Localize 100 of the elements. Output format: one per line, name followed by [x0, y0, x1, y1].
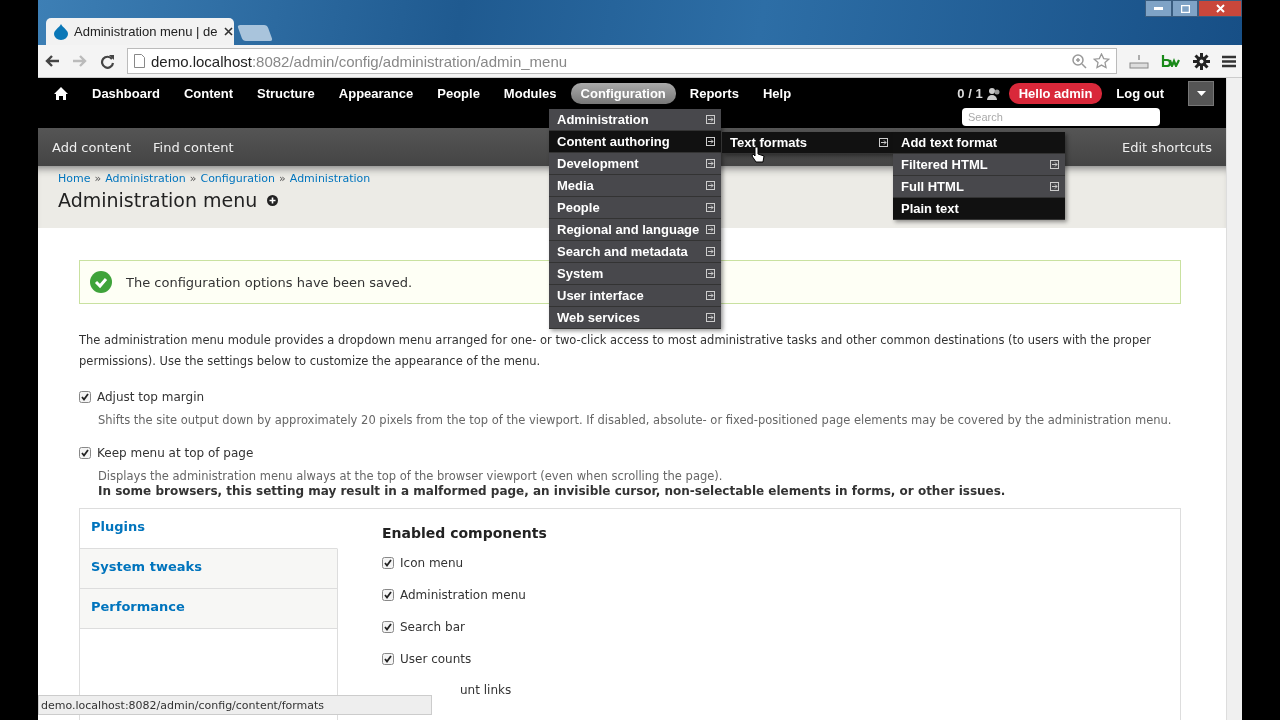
admin-menu-item[interactable]: Appearance: [328, 82, 424, 104]
page-title: Administration menu: [58, 189, 258, 211]
cursor-icon: [751, 146, 765, 164]
arrow-box-icon: [706, 115, 715, 124]
home-icon[interactable]: [54, 86, 68, 100]
admin-menu-item[interactable]: People: [427, 82, 490, 104]
dropdown-menu-item[interactable]: Development: [549, 153, 721, 175]
users-icon: [986, 86, 1001, 100]
checkbox-label: Icon menu: [400, 556, 464, 570]
address-bar[interactable]: demo.localhost:8082/admin/config/administration/admin_menu: [127, 48, 1117, 74]
close-button[interactable]: [1198, 0, 1242, 17]
section-heading: Enabled components: [382, 525, 548, 541]
greeting-link[interactable]: Hello admin: [1008, 82, 1103, 104]
arrow-box-icon: [706, 159, 715, 168]
back-icon[interactable]: [44, 54, 60, 68]
admin-menu-item[interactable]: Dashboard: [82, 82, 170, 104]
settings-icon[interactable]: [1193, 52, 1210, 70]
checkbox-label: Keep menu at top of page: [97, 446, 254, 460]
message-text: The configuration options have been saved.: [126, 274, 413, 290]
shortcuts-toggle-button[interactable]: [1188, 80, 1214, 106]
tab-title: Administration menu | de: [74, 24, 218, 39]
zoom-icon[interactable]: [1072, 53, 1087, 69]
checkbox-label: Search bar: [400, 620, 465, 634]
dropdown-menu-item[interactable]: Regional and language: [549, 219, 721, 241]
checked-checkbox[interactable]: [382, 621, 394, 633]
dropdown-menu-item[interactable]: Administration: [549, 109, 721, 131]
dropdown-menu-item[interactable]: Full HTML: [893, 176, 1065, 198]
vertical-tab[interactable]: System tweaks: [80, 549, 338, 589]
page-icon: [134, 54, 145, 68]
breadcrumb-separator: »: [279, 172, 286, 185]
admin-menu-item[interactable]: Reports: [679, 82, 749, 104]
add-shortcut-icon[interactable]: [267, 194, 279, 206]
close-icon[interactable]: [223, 27, 233, 36]
star-icon[interactable]: [1093, 53, 1110, 69]
dropdown-menu-item[interactable]: People: [549, 197, 721, 219]
admin-menu-item[interactable]: Modules: [493, 82, 567, 104]
browser-tab[interactable]: Administration menu | de: [46, 18, 234, 45]
dropdown-menu-item[interactable]: Search and metadata: [549, 241, 721, 263]
checked-checkbox[interactable]: [382, 589, 394, 601]
breadcrumb-link[interactable]: Administration: [289, 172, 371, 185]
arrow-box-icon: [706, 247, 715, 256]
checkbox-label: Administration menu: [400, 588, 526, 602]
close-icon: [1215, 4, 1225, 13]
minimize-icon: [1154, 7, 1163, 10]
url-text: demo.localhost:8082/admin/config/administration/admin_menu: [151, 52, 569, 70]
dropdown-menu-item[interactable]: Web services: [549, 307, 721, 329]
dropdown-menu-item[interactable]: Content authoring: [549, 131, 721, 153]
logout-link[interactable]: Log out: [1106, 82, 1174, 104]
option-description: Shifts the site output down by approximately 20 pixels from the top of the viewport. If disabled, absolute- or fixed-positioned page elements may be covered by the administration menu.: [98, 412, 1173, 428]
arrow-box-icon: [706, 291, 715, 300]
arrow-box-icon: [706, 225, 715, 234]
arrow-box-icon: [1050, 182, 1059, 191]
arrow-box-icon: [879, 138, 888, 147]
checkbox-label: Adjust top margin: [97, 390, 205, 404]
scrollbar[interactable]: [1226, 78, 1242, 720]
breadcrumb-separator: »: [94, 172, 102, 185]
edit-shortcuts-link[interactable]: Edit shortcuts: [1122, 139, 1212, 155]
maximize-icon: [1180, 4, 1190, 13]
admin-menu-item[interactable]: Help: [752, 82, 802, 104]
dropdown-menu-item[interactable]: System: [549, 263, 721, 285]
reload-icon[interactable]: [100, 53, 115, 69]
option-description: Displays the administration menu always at the top of the browser viewport (even when scrolling the page).: [98, 468, 724, 484]
breadcrumb-link[interactable]: Home: [58, 172, 91, 185]
arrow-box-icon: [706, 181, 715, 190]
status-bar: demo.localhost:8082/admin/config/content/formats: [38, 695, 432, 715]
breadcrumb-separator: »: [189, 172, 197, 185]
dropdown-menu-item[interactable]: Filtered HTML: [893, 154, 1065, 176]
arrow-box-icon: [706, 269, 715, 278]
dropdown-menu-item[interactable]: Media: [549, 175, 721, 197]
vertical-tab[interactable]: Performance: [80, 589, 338, 629]
maximize-button[interactable]: [1172, 0, 1198, 17]
checkbox-label: unt links: [460, 682, 512, 699]
dropdown-menu-item[interactable]: Text formats: [722, 132, 894, 154]
dropdown-menu-item[interactable]: Plain text: [893, 198, 1065, 220]
arrow-box-icon: [706, 137, 715, 146]
caret-icon: [1196, 90, 1206, 96]
menu-icon[interactable]: [1222, 54, 1236, 68]
checked-checkbox[interactable]: [382, 557, 394, 569]
search-field[interactable]: Search: [962, 108, 1160, 126]
arrow-box-icon: [706, 203, 715, 212]
breadcrumb-link[interactable]: Configuration: [200, 172, 276, 185]
shortcut-link[interactable]: Find content: [153, 139, 234, 155]
bw-extension-icon[interactable]: [1161, 55, 1181, 67]
checkbox-label: User counts: [400, 652, 472, 666]
shortcut-link[interactable]: Add content: [52, 139, 132, 155]
breadcrumb-link[interactable]: Administration: [105, 172, 186, 185]
arrow-box-icon: [1050, 160, 1059, 169]
checked-checkbox[interactable]: [382, 653, 394, 665]
intro-paragraph: The administration menu module provides a dropdown menu arranged for one- or two-click access to most administrative tasks and other common destinations (to users with the proper permissions). Use the settings below to customize the appearance of the menu.: [79, 332, 1152, 370]
check-circle-icon: [90, 271, 112, 293]
checked-checkbox[interactable]: [79, 391, 91, 403]
dropdown-menu-item[interactable]: User interface: [549, 285, 721, 307]
arrow-box-icon: [706, 313, 715, 322]
dropdown-menu-item[interactable]: Add text format: [893, 132, 1065, 154]
checked-checkbox[interactable]: [79, 447, 91, 459]
admin-menu-item[interactable]: Content: [173, 82, 243, 104]
minimize-button[interactable]: [1145, 0, 1172, 17]
drop-logo-icon: [54, 23, 68, 40]
admin-menu-item[interactable]: Structure: [247, 82, 325, 104]
user-count: 0 / 1: [957, 85, 983, 101]
